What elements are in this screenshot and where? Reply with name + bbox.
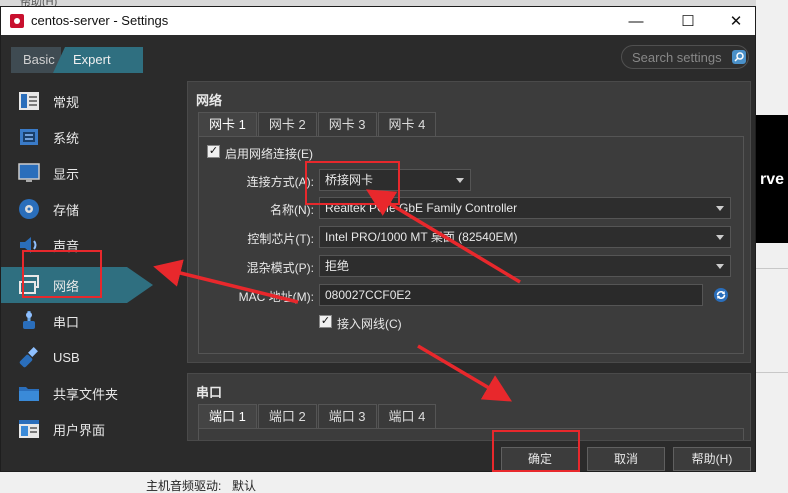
shared-folder-icon — [19, 387, 39, 401]
sidebar-item-label: 系统 — [53, 130, 80, 146]
help-button[interactable]: 帮助(H) — [673, 447, 751, 471]
serial-port-settings — [198, 428, 744, 440]
serial-panel: 串口 端口 1 端口 2 端口 3 端口 4 — [187, 373, 751, 441]
tab-port-4[interactable]: 端口 4 — [377, 404, 437, 428]
cable-connected-label: 接入网线(C) — [337, 317, 402, 331]
close-icon: ✕ — [729, 13, 743, 30]
adapter-type-value: Intel PRO/1000 MT 桌面 (82540EM) — [325, 230, 518, 244]
tab-adapter-4[interactable]: 网卡 4 — [377, 112, 437, 136]
storage-icon — [19, 199, 39, 219]
network-icon — [19, 275, 39, 294]
sidebar-item-shared-folders[interactable]: 共享文件夹 — [1, 375, 161, 411]
cancel-button[interactable]: 取消 — [587, 447, 665, 471]
background-status-label: 主机音频驱动: — [146, 479, 222, 493]
window-title: centos-server - Settings — [31, 13, 169, 28]
attached-to-label: 连接方式(A): — [246, 175, 314, 189]
adapter-name-label: 名称(N): — [270, 203, 314, 217]
search-input[interactable] — [632, 49, 728, 65]
user-interface-icon — [19, 420, 39, 438]
tab-port-2[interactable]: 端口 2 — [257, 404, 317, 428]
mac-address-field[interactable]: 080027CCF0E2 — [319, 284, 703, 306]
sidebar-item-label: 共享文件夹 — [53, 386, 119, 402]
sidebar-item-system[interactable]: 系统 — [1, 119, 161, 155]
sidebar-item-storage[interactable]: 存储 — [1, 191, 161, 227]
display-icon — [18, 163, 40, 182]
background-app-panel — [756, 0, 788, 493]
adapter-name-value: Realtek PCIe GbE Family Controller — [325, 201, 518, 215]
sidebar-item-label: 常规 — [53, 94, 80, 110]
sidebar-item-usb[interactable]: USB — [1, 339, 161, 375]
cable-connected-checkbox[interactable]: ✓ — [319, 315, 332, 328]
background-status-row: 主机音频驱动: 默认 — [0, 472, 788, 493]
basic-mode-button[interactable]: Basic — [11, 47, 61, 73]
usb-icon — [19, 347, 38, 368]
settings-dialog: centos-server - Settings — ☐ ✕ Basic Exp… — [0, 6, 756, 472]
serial-section-title: 串口 — [196, 385, 223, 400]
adapter-type-select[interactable]: Intel PRO/1000 MT 桌面 (82540EM) — [319, 226, 731, 248]
network-section-title: 网络 — [196, 93, 223, 108]
adapter-tabs: 网卡 1 网卡 2 网卡 3 网卡 4 — [198, 112, 437, 136]
title-bar[interactable]: centos-server - Settings — ☐ ✕ — [1, 7, 755, 35]
tab-port-3[interactable]: 端口 3 — [317, 404, 377, 428]
promiscuous-mode-value: 拒绝 — [325, 259, 350, 273]
serial-port-icon — [23, 311, 35, 329]
close-button[interactable]: ✕ — [713, 7, 759, 35]
background-preview: rve — [756, 115, 788, 243]
adapter-name-select[interactable]: Realtek PCIe GbE Family Controller — [319, 197, 731, 219]
sidebar-item-network[interactable]: 网络 — [1, 267, 153, 303]
promiscuous-mode-label: 混杂模式(P): — [246, 261, 314, 275]
mode-toggle: Basic Expert — [11, 47, 143, 73]
chevron-down-icon — [716, 264, 724, 269]
attached-to-value: 桥接网卡 — [325, 173, 374, 187]
search-box[interactable] — [621, 45, 749, 69]
tab-adapter-1[interactable]: 网卡 1 — [198, 112, 257, 136]
sidebar-item-label: 声音 — [53, 238, 80, 254]
adapter-settings: ✓ 启用网络连接(E) 连接方式(A): 桥接网卡 名称(N): Realtek… — [198, 136, 744, 354]
search-icon[interactable] — [732, 50, 746, 64]
background-divider — [756, 268, 788, 269]
sidebar-item-display[interactable]: 显示 — [1, 155, 161, 191]
refresh-mac-icon[interactable] — [713, 287, 729, 303]
maximize-icon: ☐ — [681, 13, 695, 30]
system-icon — [20, 129, 38, 145]
background-status-value: 默认 — [232, 479, 257, 493]
sidebar-item-serial-port[interactable]: 串口 — [1, 303, 161, 339]
chevron-down-icon — [456, 178, 464, 183]
tab-adapter-2[interactable]: 网卡 2 — [257, 112, 317, 136]
sidebar-item-label: 串口 — [53, 314, 80, 330]
sidebar-item-general[interactable]: 常规 — [1, 83, 161, 119]
sidebar-item-label: 用户界面 — [53, 422, 106, 438]
ok-button[interactable]: 确定 — [501, 447, 579, 471]
promiscuous-mode-select[interactable]: 拒绝 — [319, 255, 731, 277]
sidebar-item-user-interface[interactable]: 用户界面 — [1, 411, 161, 447]
tab-port-1[interactable]: 端口 1 — [198, 404, 257, 428]
expert-mode-button[interactable]: Expert — [53, 47, 143, 73]
mac-address-label: MAC 地址(M): — [238, 290, 314, 304]
serial-port-tabs: 端口 1 端口 2 端口 3 端口 4 — [198, 404, 437, 428]
sidebar-item-label: 显示 — [53, 166, 80, 182]
minimize-icon: — — [628, 12, 644, 30]
background-preview-text: rve — [760, 171, 785, 188]
tab-adapter-3[interactable]: 网卡 3 — [317, 112, 377, 136]
sidebar-item-label: USB — [53, 349, 80, 365]
sidebar-item-label: 网络 — [53, 278, 80, 294]
maximize-button[interactable]: ☐ — [665, 7, 711, 35]
virtualbox-icon — [10, 14, 24, 28]
background-divider — [756, 372, 788, 373]
attached-to-select[interactable]: 桥接网卡 — [319, 169, 471, 191]
network-panel: 网络 网卡 1 网卡 2 网卡 3 网卡 4 ✓ 启用网络连接(E) 连接方式(… — [187, 81, 751, 363]
adapter-type-label: 控制芯片(T): — [247, 232, 314, 246]
sidebar-item-label: 存储 — [53, 202, 80, 218]
audio-icon — [20, 237, 37, 253]
sidebar-item-audio[interactable]: 声音 — [1, 227, 161, 263]
enable-adapter-checkbox[interactable]: ✓ — [207, 145, 220, 158]
minimize-button[interactable]: — — [613, 7, 659, 35]
enable-adapter-label: 启用网络连接(E) — [225, 147, 313, 161]
mac-address-value: 080027CCF0E2 — [325, 288, 412, 302]
chevron-down-icon — [716, 206, 724, 211]
general-icon — [19, 92, 39, 110]
chevron-down-icon — [716, 235, 724, 240]
